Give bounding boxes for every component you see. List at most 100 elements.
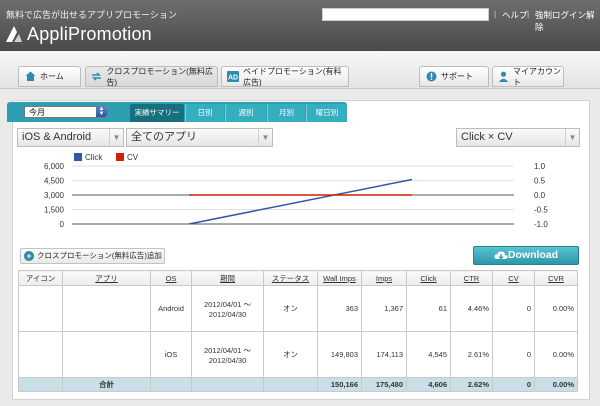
chevron-down-icon: ▼ — [258, 129, 272, 146]
period-cell: 2012/04/01 ～ 2012/04/30 — [191, 285, 264, 332]
metric-dropdown[interactable]: Click × CV ▼ — [456, 128, 580, 147]
y-right-tick-label: -1.0 — [534, 220, 548, 229]
force-logout-link[interactable]: 強制ログイン解除 — [535, 9, 600, 33]
logo-text: AppliPromotion — [27, 23, 152, 44]
cvr-cell: 0.00% — [534, 331, 578, 378]
logo-mark-icon — [4, 24, 24, 44]
col-header-status[interactable]: ステータス — [263, 270, 318, 286]
col-header-ctr[interactable]: CTR — [450, 270, 493, 286]
tab-cross-promotion[interactable]: クロスプロモーション(無料広告) — [85, 66, 218, 87]
y-left-tick-label: 1,500 — [44, 206, 65, 215]
imps-cell: 174,113 — [361, 331, 407, 378]
cloud-download-icon — [494, 251, 508, 260]
user-icon — [498, 71, 509, 83]
app-name-cell[interactable] — [62, 285, 151, 332]
cv-cell: 0 — [492, 285, 535, 332]
table-row[interactable]: iOS 2012/04/01 ～ 2012/04/30 オン 149,803 17… — [18, 331, 578, 378]
wall-imps-cell: 363 — [317, 285, 362, 332]
tab-support[interactable]: サポート — [419, 66, 489, 87]
filter-row: iOS & Android ▼ 全てのアプリ ▼ Click × CV ▼ — [17, 128, 587, 148]
period-cell: 2012/04/01 ～ 2012/04/30 — [191, 331, 264, 378]
platform-value: iOS & Android — [22, 131, 92, 143]
table-row[interactable]: Android 2012/04/01 ～ 2012/04/30 オン 363 1,… — [18, 285, 578, 332]
col-header-cv[interactable]: CV — [492, 270, 535, 286]
period-select[interactable]: 今月 ▲ ▼ — [24, 106, 108, 118]
table-header-row: アイコン アプリ OS 期間 ステータス Wall Imps Imps Clic… — [18, 270, 578, 286]
y-left-tick-label: 0 — [60, 220, 65, 229]
app-value: 全てのアプリ — [131, 131, 197, 143]
platform-dropdown[interactable]: iOS & Android ▼ — [17, 128, 124, 147]
legend-swatch — [116, 153, 124, 161]
chart-svg: 6,0004,5003,0001,5000 1.00.50.0-0.5-1.0 … — [44, 153, 548, 229]
col-header-click[interactable]: Click — [406, 270, 451, 286]
total-empty-cell — [150, 377, 192, 392]
col-header-imps[interactable]: Imps — [361, 270, 407, 286]
download-label: Download — [507, 249, 559, 261]
download-button[interactable]: Download — [473, 246, 579, 265]
chevron-down-icon: ▼ — [565, 129, 579, 146]
tab-my-account[interactable]: マイアカウント — [492, 66, 564, 87]
cross-promotion-icon — [91, 71, 102, 83]
tab-home[interactable]: ホーム — [18, 66, 81, 87]
app-dropdown[interactable]: 全てのアプリ ▼ — [126, 128, 273, 147]
line-chart: 6,000 4,500 3,000 1,500 0 1.0 0.5 0.0 -0.5 -1.0 … — [14, 148, 586, 238]
app-name-cell[interactable] — [62, 331, 151, 378]
total-cvr: 0.00% — [534, 377, 578, 392]
col-header-icon: アイコン — [18, 270, 63, 286]
series-line-click — [188, 178, 413, 225]
add-cross-promotion-button[interactable]: + クロスプロモーション(無料広告)追加 — [20, 248, 165, 264]
total-ctr: 2.62% — [450, 377, 493, 392]
chevron-down-icon: ▼ — [109, 129, 123, 146]
y-left-tick-label: 3,000 — [44, 191, 65, 200]
click-cell: 61 — [406, 285, 451, 332]
logo[interactable]: AppliPromotion — [4, 22, 152, 46]
metric-value: Click × CV — [461, 131, 513, 143]
tab-label: ホーム — [40, 72, 64, 81]
tab-weekday[interactable]: 曜日別 — [306, 104, 347, 122]
header-separator: | — [494, 9, 497, 19]
total-cv: 0 — [492, 377, 535, 392]
y-left-tick-label: 6,000 — [44, 162, 65, 171]
col-header-wall-imps[interactable]: Wall Imps — [317, 270, 362, 286]
period-value: 今月 — [29, 108, 45, 117]
tab-monthly[interactable]: 月別 — [267, 104, 305, 122]
total-imps: 175,480 — [361, 377, 407, 392]
y-right-tick-label: 1.0 — [534, 162, 546, 171]
search-input[interactable] — [322, 8, 489, 21]
legend-swatch — [74, 153, 82, 161]
help-link[interactable]: ヘルプ — [502, 9, 528, 21]
legend-label: CV — [127, 153, 139, 162]
os-cell: iOS — [150, 331, 192, 378]
total-label: 合計 — [62, 377, 151, 392]
y-right-tick-label: 0.5 — [534, 177, 546, 186]
period-end: 2012/04/30 — [208, 355, 247, 365]
period-start: 2012/04/01 ～ — [203, 299, 252, 309]
y-right-tick-label: 0.0 — [534, 191, 546, 200]
col-header-app[interactable]: アプリ — [62, 270, 151, 286]
main-nav: ホーム クロスプロモーション(無料広告) AD ペイドプロモーション(有料広告)… — [0, 51, 600, 89]
tab-summary[interactable]: 実績サマリー — [130, 104, 184, 122]
click-cell: 4,545 — [406, 331, 451, 378]
tab-daily[interactable]: 日別 — [185, 104, 224, 122]
add-button-label: クロスプロモーション(無料広告)追加 — [37, 251, 162, 260]
total-click: 4,606 — [406, 377, 451, 392]
tab-label: マイアカウント — [513, 66, 561, 87]
col-header-os[interactable]: OS — [150, 270, 192, 286]
tab-paid-promotion[interactable]: AD ペイドプロモーション(有料広告) — [221, 66, 349, 87]
imps-cell: 1,367 — [361, 285, 407, 332]
svg-text:AD: AD — [228, 75, 238, 82]
col-header-period[interactable]: 期間 — [191, 270, 264, 286]
header-separator: | — [527, 9, 530, 19]
home-icon — [24, 71, 36, 83]
col-header-cvr[interactable]: CVR — [534, 270, 578, 286]
select-arrows-icon: ▲ ▼ — [96, 106, 107, 117]
ctr-cell: 4.46% — [450, 285, 493, 332]
tab-weekly[interactable]: 週別 — [225, 104, 266, 122]
y-right-tick-label: -0.5 — [534, 206, 548, 215]
period-end: 2012/04/30 — [208, 309, 247, 319]
table-total-row: 合計 150,166 175,480 4,606 2.62% 0 0.00% — [18, 377, 578, 392]
legend-label: Click — [85, 153, 103, 162]
tab-label: ペイドプロモーション(有料広告) — [243, 66, 342, 87]
top-header: 無料で広告が出せるアプリプロモーション AppliPromotion | ヘルプ… — [0, 0, 600, 51]
plus-icon: + — [24, 251, 34, 261]
